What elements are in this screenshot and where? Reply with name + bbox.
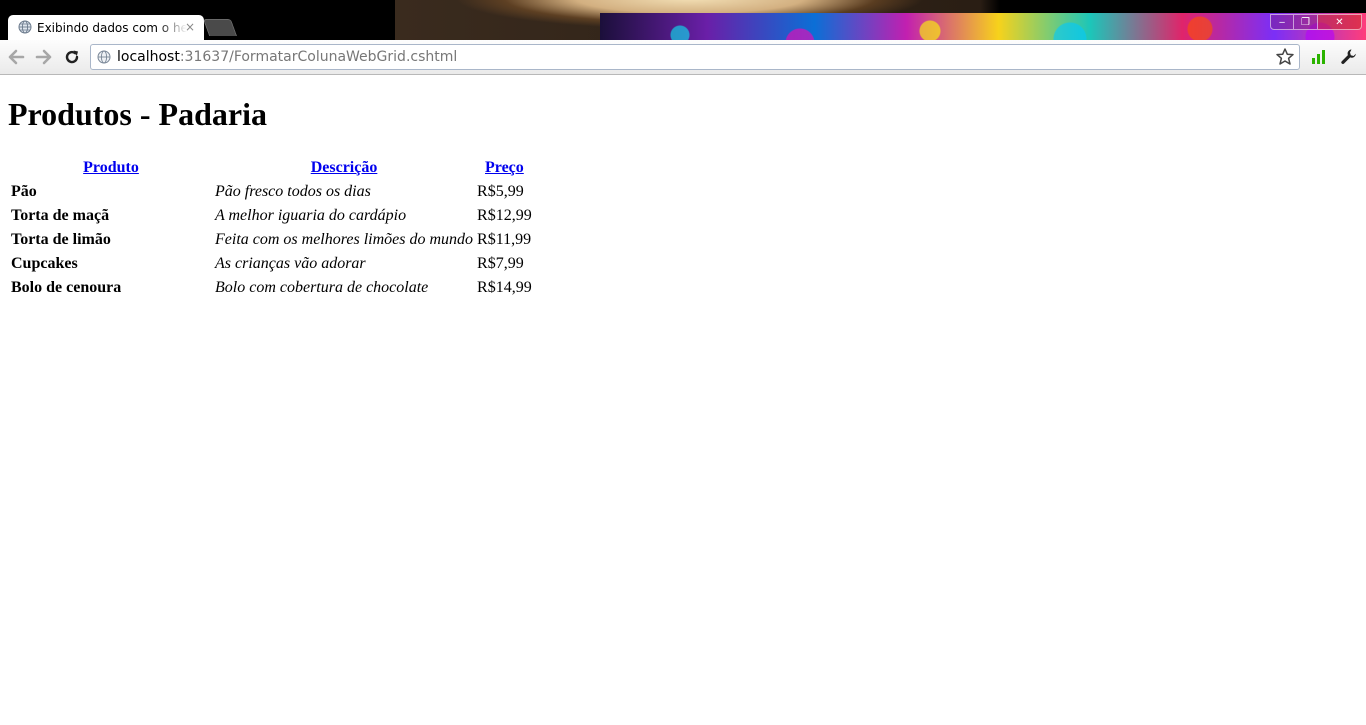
table-row: Bolo de cenoura Bolo com cobertura de ch… bbox=[10, 277, 533, 299]
cell-preco: R$11,99 bbox=[477, 231, 532, 248]
tab-close-icon[interactable]: × bbox=[184, 19, 196, 35]
products-grid: Produto Descrição Preço Pão Pão fresco t… bbox=[8, 155, 535, 301]
wrench-icon[interactable] bbox=[1340, 48, 1358, 66]
forward-button[interactable] bbox=[33, 47, 55, 67]
back-button[interactable] bbox=[5, 47, 27, 67]
table-row: Pão Pão fresco todos os dias R$5,99 bbox=[10, 181, 533, 203]
page-content: Produtos - Padaria Produto Descrição Pre… bbox=[0, 75, 1366, 725]
cell-produto: Cupcakes bbox=[11, 255, 78, 272]
browser-toolbar: localhost:31637/FormatarColunaWebGrid.cs… bbox=[0, 40, 1366, 75]
page-title: Produtos - Padaria bbox=[8, 96, 267, 132]
cell-descricao: A melhor iguaria do cardápio bbox=[215, 207, 407, 224]
cell-preco: R$12,99 bbox=[477, 207, 532, 224]
cell-preco: R$14,99 bbox=[477, 279, 532, 296]
cell-produto: Torta de limão bbox=[11, 231, 111, 248]
cell-descricao: Pão fresco todos os dias bbox=[215, 183, 371, 200]
header-descricao: Descrição bbox=[214, 157, 474, 179]
signal-bars-icon[interactable] bbox=[1310, 48, 1328, 66]
globe-icon bbox=[18, 20, 32, 34]
sort-link-preco[interactable]: Preço bbox=[485, 159, 524, 176]
cell-produto: Bolo de cenoura bbox=[11, 279, 122, 296]
bookmark-star-icon[interactable] bbox=[1275, 47, 1295, 67]
table-row: Cupcakes As crianças vão adorar R$7,99 bbox=[10, 253, 533, 275]
minimize-button[interactable]: ‒ bbox=[1270, 14, 1294, 30]
table-row: Torta de limão Feita com os melhores lim… bbox=[10, 229, 533, 251]
browser-theme-artwork bbox=[600, 13, 1366, 40]
header-produto: Produto bbox=[10, 157, 212, 179]
browser-tab-active[interactable]: Exibindo dados com o helper WebGrid × bbox=[8, 15, 204, 40]
cell-preco: R$5,99 bbox=[477, 183, 524, 200]
header-preco: Preço bbox=[476, 157, 533, 179]
cell-preco: R$7,99 bbox=[477, 255, 524, 272]
sort-link-produto[interactable]: Produto bbox=[83, 159, 139, 176]
url-host: localhost bbox=[117, 49, 180, 65]
browser-title-bar: Exibindo dados com o helper WebGrid × ‒ … bbox=[0, 0, 1366, 40]
address-url: localhost:31637/FormatarColunaWebGrid.cs… bbox=[117, 48, 457, 66]
close-window-button[interactable]: ✕ bbox=[1318, 14, 1362, 30]
window-controls: ‒ ❐ ✕ bbox=[1270, 14, 1362, 34]
globe-icon bbox=[97, 50, 111, 64]
cell-produto: Pão bbox=[11, 183, 37, 200]
url-path: :31637/FormatarColunaWebGrid.cshtml bbox=[179, 49, 458, 65]
cell-descricao: Feita com os melhores limões do mundo bbox=[215, 231, 474, 248]
sort-link-descricao[interactable]: Descrição bbox=[311, 159, 378, 176]
arrow-left-icon bbox=[8, 49, 25, 65]
cell-descricao: Bolo com cobertura de chocolate bbox=[215, 279, 429, 296]
reload-icon bbox=[65, 50, 79, 64]
reload-button[interactable] bbox=[61, 47, 83, 67]
grid-header-row: Produto Descrição Preço bbox=[10, 157, 533, 179]
arrow-right-icon bbox=[35, 49, 52, 65]
cell-produto: Torta de maçã bbox=[11, 207, 110, 224]
table-row: Torta de maçã A melhor iguaria do cardáp… bbox=[10, 205, 533, 227]
restore-button[interactable]: ❐ bbox=[1294, 14, 1318, 30]
address-bar[interactable]: localhost:31637/FormatarColunaWebGrid.cs… bbox=[90, 44, 1300, 70]
new-tab-button[interactable] bbox=[202, 19, 238, 36]
tab-title: Exibindo dados com o helper WebGrid bbox=[37, 21, 187, 35]
cell-descricao: As crianças vão adorar bbox=[215, 255, 366, 272]
